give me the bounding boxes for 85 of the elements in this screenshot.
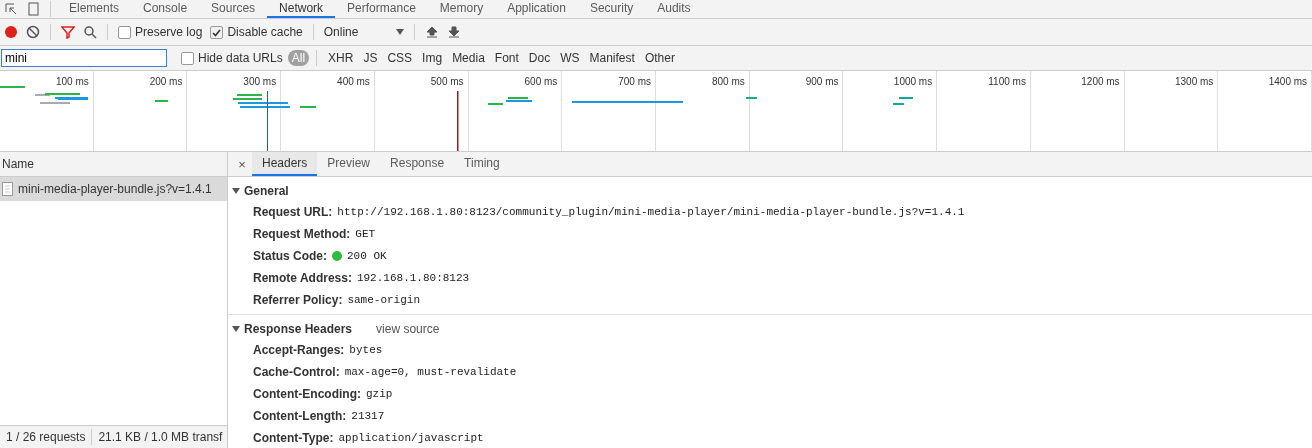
checkbox[interactable] bbox=[181, 51, 194, 65]
type-filter[interactable]: CSS bbox=[383, 50, 417, 66]
view-source-link[interactable]: view source bbox=[376, 322, 440, 336]
status-text: 21.1 KB / 1.0 MB transf bbox=[98, 430, 223, 444]
header-name: Content-Length: bbox=[253, 409, 347, 423]
header-value: same-origin bbox=[347, 294, 420, 306]
tick-label: 100 ms bbox=[55, 75, 90, 88]
filter-field[interactable]: mini bbox=[1, 49, 167, 67]
tick-label: 200 ms bbox=[149, 75, 184, 88]
column-header: Name bbox=[2, 157, 34, 171]
panel-tab[interactable]: Sources bbox=[199, 0, 268, 18]
checkbox-label: Preserve log bbox=[135, 25, 203, 39]
checkbox-label: Disable cache bbox=[227, 25, 303, 39]
check-icon bbox=[212, 27, 222, 37]
throttling-select[interactable]: Online bbox=[319, 25, 408, 39]
panel-tab[interactable]: Elements bbox=[57, 0, 132, 18]
tick-label: 300 ms bbox=[243, 75, 278, 88]
type-filter[interactable]: Img bbox=[418, 50, 447, 66]
expand-triangle-icon[interactable] bbox=[232, 188, 240, 194]
tick-label: 1400 ms bbox=[1268, 75, 1309, 88]
header-name: Content-Encoding: bbox=[253, 387, 361, 401]
header-name: Cache-Control: bbox=[253, 365, 340, 379]
tick-label: 1000 ms bbox=[893, 75, 934, 88]
tick-label: 1300 ms bbox=[1175, 75, 1215, 88]
details-tab[interactable]: Headers bbox=[252, 152, 318, 176]
type-filter[interactable]: JS bbox=[359, 50, 382, 66]
header-name: Content-Type: bbox=[253, 431, 334, 445]
header-value: 192.168.1.80:8123 bbox=[356, 272, 470, 284]
header-value: GET bbox=[355, 228, 376, 240]
record-icon[interactable] bbox=[4, 25, 18, 39]
file-icon bbox=[2, 182, 13, 196]
type-filter[interactable]: Other bbox=[640, 50, 679, 66]
header-name: Status Code: bbox=[253, 249, 327, 263]
panel-tab[interactable]: Performance bbox=[335, 0, 428, 18]
type-filter[interactable]: Font bbox=[490, 50, 523, 66]
expand-triangle-icon[interactable] bbox=[232, 326, 240, 332]
tick-label: 600 ms bbox=[524, 75, 559, 88]
panel-tab[interactable]: Security bbox=[577, 0, 646, 18]
request-row[interactable]: mini-media-player-bundle.js?v=1.4.1 bbox=[0, 177, 227, 201]
clear-icon[interactable] bbox=[26, 25, 40, 39]
filter-icon[interactable] bbox=[61, 25, 75, 39]
type-filter[interactable]: Media bbox=[448, 50, 489, 66]
tick-label: 400 ms bbox=[337, 75, 371, 88]
panel-tab[interactable]: Memory bbox=[427, 0, 496, 18]
checkbox-label: Hide data URLs bbox=[198, 51, 283, 65]
header-value: 21317 bbox=[351, 410, 385, 422]
type-filter[interactable]: Manifest bbox=[585, 50, 639, 66]
tick-label: 700 ms bbox=[618, 75, 653, 88]
checkbox[interactable] bbox=[210, 25, 224, 39]
header-name: Request URL: bbox=[253, 205, 333, 219]
tick-label: 1200 ms bbox=[1081, 75, 1121, 88]
type-filter[interactable]: Doc bbox=[524, 50, 555, 66]
section-title[interactable]: Response Headers bbox=[244, 322, 353, 336]
tick-label: 500 ms bbox=[430, 75, 465, 88]
close-button[interactable]: × bbox=[232, 156, 252, 172]
status-text: 1 / 26 requests bbox=[6, 430, 86, 444]
inspect-icon[interactable] bbox=[4, 2, 18, 16]
upload-icon[interactable] bbox=[425, 26, 438, 38]
details-tab[interactable]: Timing bbox=[454, 152, 510, 176]
status-dot bbox=[332, 251, 342, 261]
tick-label: 800 ms bbox=[711, 75, 746, 88]
search-icon[interactable] bbox=[83, 25, 97, 39]
header-value: bytes bbox=[349, 344, 383, 356]
panel-tab[interactable]: Application bbox=[495, 0, 578, 18]
panel-tab[interactable]: Console bbox=[131, 0, 200, 18]
header-name: Remote Address: bbox=[253, 271, 352, 285]
header-name: Referrer Policy: bbox=[253, 293, 343, 307]
header-name: Accept-Ranges: bbox=[253, 343, 345, 357]
header-value: max-age=0, must-revalidate bbox=[344, 366, 517, 378]
details-tab[interactable]: Response bbox=[380, 152, 455, 176]
header-value: application/javascript bbox=[338, 432, 484, 444]
details-tab[interactable]: Preview bbox=[317, 152, 381, 176]
tick-label: 900 ms bbox=[805, 75, 840, 88]
type-filter[interactable]: WS bbox=[556, 50, 584, 66]
header-name: Request Method: bbox=[253, 227, 351, 241]
download-icon[interactable] bbox=[447, 26, 460, 38]
header-value: http://192.168.1.80:8123/community_plugin/mini-media-player/mini-media-player-bundle.js?v=1.4.1 bbox=[337, 206, 965, 218]
panel-tab[interactable]: Audits bbox=[645, 0, 703, 18]
tick-label: 1100 ms bbox=[988, 75, 1027, 88]
header-value: 200 OK bbox=[347, 250, 387, 262]
caret-icon bbox=[395, 29, 404, 35]
header-value: gzip bbox=[366, 388, 393, 400]
type-filter[interactable]: XHR bbox=[324, 50, 358, 66]
section-title[interactable]: General bbox=[244, 184, 289, 198]
checkbox[interactable] bbox=[118, 25, 131, 39]
